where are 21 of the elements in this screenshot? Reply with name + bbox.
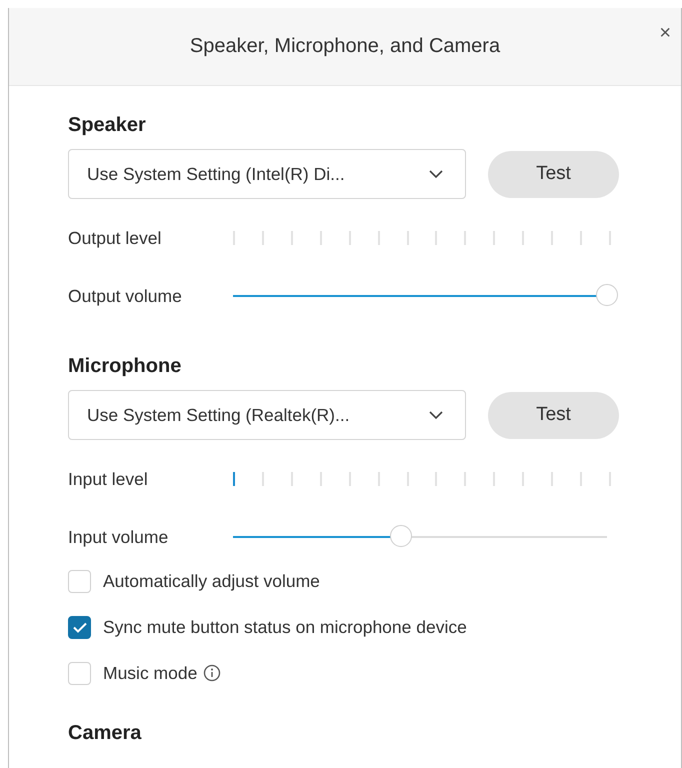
option-label: Automatically adjust volume	[103, 570, 320, 592]
section-heading: Camera	[68, 722, 142, 745]
option-label: Music mode	[103, 662, 198, 684]
meter-label: Input level	[68, 468, 149, 490]
volume-label: Input volume	[68, 526, 170, 548]
device-dropdown[interactable]: Use System Setting (Realtek(R)...	[68, 390, 466, 440]
section-heading: Microphone	[68, 355, 182, 378]
window-title: Speaker, Microphone, and Camera	[190, 35, 500, 58]
close-button[interactable]: ×	[655, 22, 675, 45]
volume-label: Output volume	[68, 286, 183, 306]
info-icon[interactable]	[203, 664, 222, 682]
check-icon	[72, 622, 86, 632]
test-button[interactable]: Test	[488, 150, 619, 198]
test-button[interactable]: Test	[488, 392, 619, 438]
chevron-down-icon	[429, 410, 443, 420]
device-dropdown[interactable]: Use System Setting (Intel(R) Di...	[68, 149, 466, 199]
chevron-down-icon	[429, 170, 443, 178]
checkbox[interactable]	[68, 616, 91, 638]
meter-label: Output level	[68, 228, 162, 248]
section-heading: Speaker	[68, 114, 147, 137]
option-label: Sync mute button status on microphone device	[103, 616, 467, 638]
